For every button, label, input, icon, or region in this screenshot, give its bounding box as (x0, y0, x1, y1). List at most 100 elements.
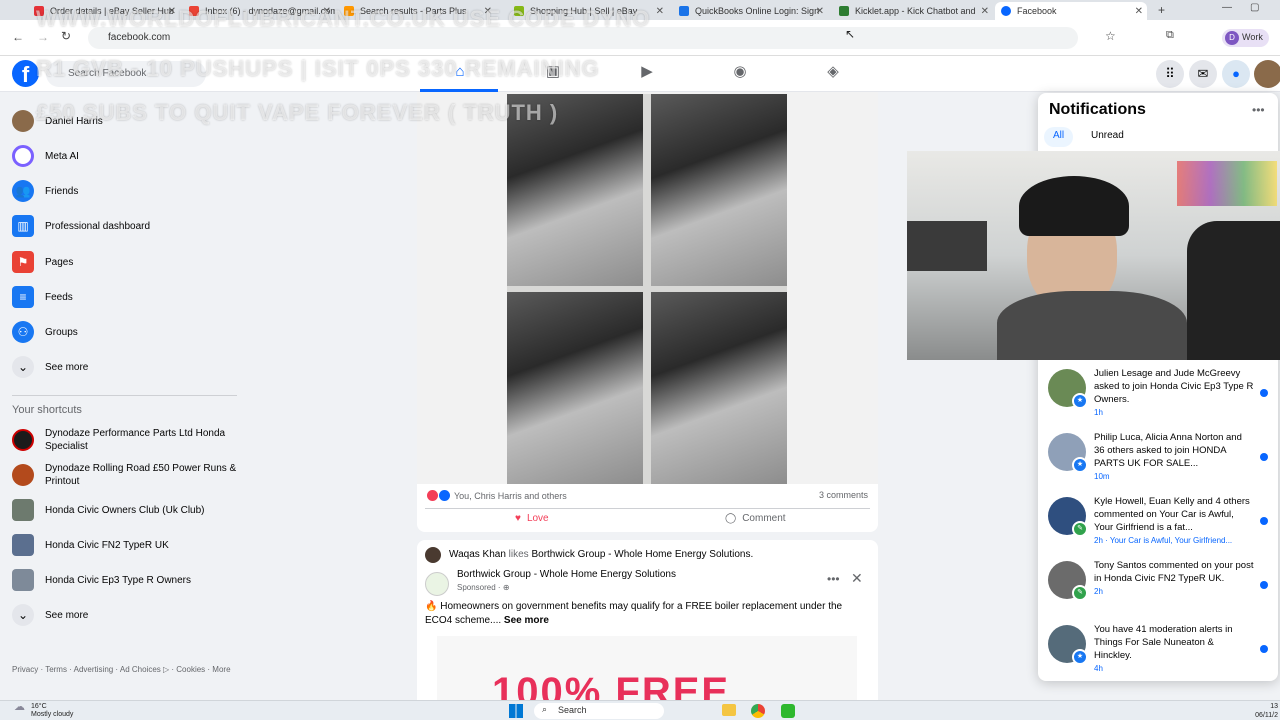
beanie (1019, 176, 1129, 236)
dashboard-icon: ▥ (12, 215, 34, 237)
friends-icon: 👥 (12, 180, 34, 202)
group-badge-icon: ★ (1072, 649, 1088, 665)
notification-item[interactable]: ✎ Tony Santos commented on your post in … (1038, 557, 1278, 619)
shortcut-item[interactable]: Honda Civic Owners Club (Uk Club) (12, 495, 205, 525)
shortcut-item[interactable]: Honda Civic FN2 TypeR UK (12, 530, 169, 560)
close-tab-icon[interactable]: ✕ (1135, 6, 1143, 17)
close-icon[interactable]: ✕ (851, 570, 863, 587)
sponsored-label: Sponsored · ⊕ (457, 583, 510, 592)
windows-start-icon[interactable] (509, 704, 523, 718)
shortcut-item[interactable]: Dynodaze Rolling Road £50 Power Runs & P… (12, 460, 237, 490)
sidebar-item-groups[interactable]: ⚇ Groups (12, 317, 78, 347)
comment-icon: ◯ (725, 513, 737, 524)
page-name[interactable]: Borthwick Group - Whole Home Energy Solu… (457, 569, 676, 580)
facebook-logo-icon[interactable]: f (12, 60, 39, 87)
notifications-bell-icon[interactable]: ● (1222, 60, 1250, 88)
close-tab-icon[interactable]: ✕ (656, 6, 664, 17)
sidebar-item-meta-ai[interactable]: Meta AI (12, 141, 79, 171)
profile-chip[interactable]: D Work (1222, 29, 1269, 47)
stream-overlay-line1: WWW.WORLDOFLUBRICANT.CO.UK USE CODE DYNO (36, 6, 651, 31)
cloud-icon: ☁ (14, 701, 25, 713)
sponsored-post: Waqas Khan likes Borthwick Group - Whole… (417, 540, 878, 700)
notification-item[interactable]: ★ Julien Lesage and Jude McGreevy asked … (1038, 365, 1278, 427)
bookmark-star-icon[interactable]: ☆ (1105, 29, 1116, 43)
more-options-icon[interactable]: ••• (827, 572, 840, 586)
chrome-icon[interactable] (751, 704, 765, 718)
post-image[interactable] (417, 92, 878, 484)
menu-grid-icon[interactable]: ⠿ (1156, 60, 1184, 88)
divider (12, 395, 237, 396)
sidebar-item-professional-dashboard[interactable]: ▥ Professional dashboard (12, 211, 150, 241)
avatar (12, 110, 34, 132)
feeds-icon: ≡ (12, 286, 34, 308)
taskbar-clock[interactable]: 13 06/11/2 (1255, 702, 1278, 720)
tab-unread[interactable]: Unread (1082, 127, 1133, 147)
notifications-more-icon[interactable]: ••• (1252, 103, 1265, 117)
comment-badge-icon: ✎ (1072, 521, 1088, 537)
gaming-icon[interactable]: ◈ (825, 64, 841, 80)
love-button[interactable]: ♥ Love (515, 513, 549, 524)
forward-icon[interactable]: → (37, 30, 49, 44)
extensions-icon[interactable]: ⧉ (1166, 29, 1174, 42)
tab-all[interactable]: All (1044, 127, 1074, 147)
new-tab-button[interactable]: + (1158, 3, 1165, 17)
taskbar-search[interactable]: ⌕ Search (534, 703, 664, 719)
sidebar-item-pages[interactable]: ⚑ Pages (12, 247, 73, 277)
photo-strip-image (507, 94, 787, 484)
maximize-button[interactable]: ▢ (1250, 2, 1259, 13)
close-tab-icon[interactable]: ✕ (981, 6, 989, 17)
post-actions: ♥ Love ◯ Comment (425, 508, 870, 530)
liker-avatar (425, 547, 441, 563)
social-context: Waqas Khan likes Borthwick Group - Whole… (449, 549, 754, 560)
stream-overlay-line2: R1 GVB - 10 PUSHUPS | ISIT 0PS 330 REMAI… (36, 56, 600, 81)
see-more-link[interactable]: See more (504, 615, 549, 626)
notification-item[interactable]: ★ Philip Luca, Alicia Anna Norton and 36… (1038, 429, 1278, 491)
photo-panel (507, 292, 643, 484)
weather-widget[interactable]: ☁ 16°C Mostly cloudy (14, 701, 73, 719)
love-reaction-icon (427, 490, 438, 501)
file-explorer-icon[interactable] (722, 704, 736, 716)
photo-panel (651, 292, 787, 484)
footer-links[interactable]: Privacy · Terms · Advertising · Ad Choic… (12, 664, 237, 675)
see-more-shortcuts-button[interactable]: ⌄ See more (12, 600, 88, 630)
hat-display (1177, 161, 1277, 206)
browser-tab[interactable]: QuickBooks Online Login: Sign ✕ (673, 2, 828, 20)
page-avatar[interactable] (425, 572, 449, 596)
tab-favicon-icon (839, 6, 849, 16)
shortcut-thumbnail (12, 534, 34, 556)
comment-badge-icon: ✎ (1072, 585, 1088, 601)
shortcuts-heading: Your shortcuts (12, 404, 82, 416)
reels-icon[interactable]: ▶ (639, 64, 655, 80)
ad-banner-image[interactable]: 100% FREE (437, 636, 857, 700)
close-tab-icon[interactable]: ✕ (816, 6, 824, 17)
see-more-button[interactable]: ⌄ See more (12, 352, 88, 382)
account-avatar[interactable] (1254, 60, 1280, 88)
left-sidebar: Daniel Harris Meta AI 👥 Friends ▥ Professi… (0, 92, 248, 695)
back-icon[interactable]: ← (12, 30, 24, 44)
chair (1187, 221, 1280, 360)
post-body: 🔥 Homeowners on government benefits may … (425, 601, 843, 626)
messenger-icon[interactable]: ✉ (1189, 60, 1217, 88)
webcam-overlay (907, 151, 1280, 360)
unread-dot-icon (1260, 645, 1268, 653)
notification-item[interactable]: ★ You have 41 moderation alerts in Thing… (1038, 621, 1278, 681)
browser-tab[interactable]: Kicklet.app - Kick Chatbot and ✕ (833, 2, 993, 20)
shortcut-item[interactable]: Honda Civic Ep3 Type R Owners (12, 565, 191, 595)
search-icon: ⌕ (542, 704, 548, 714)
browser-tab-active[interactable]: Facebook ✕ (995, 2, 1147, 20)
chevron-down-icon: ⌄ (12, 604, 34, 626)
comment-button[interactable]: ◯ Comment (725, 513, 786, 524)
flag-icon: ⚑ (12, 251, 34, 273)
app-icon[interactable] (781, 704, 795, 718)
minimize-button[interactable]: — (1222, 2, 1232, 13)
comments-count[interactable]: 3 comments (819, 490, 868, 500)
notification-item[interactable]: ✎ Kyle Howell, Euan Kelly and 4 others c… (1038, 493, 1278, 555)
unread-dot-icon (1260, 581, 1268, 589)
chevron-down-icon: ⌄ (12, 356, 34, 378)
fire-icon: 🔥 (425, 601, 438, 612)
reactions-summary[interactable]: You, Chris Harris and others (427, 490, 567, 501)
profile-circle-icon[interactable]: ◉ (732, 64, 748, 80)
sidebar-item-feeds[interactable]: ≡ Feeds (12, 282, 73, 312)
shortcut-item[interactable]: Dynodaze Performance Parts Ltd Honda Spe… (12, 425, 237, 455)
sidebar-item-friends[interactable]: 👥 Friends (12, 176, 78, 206)
